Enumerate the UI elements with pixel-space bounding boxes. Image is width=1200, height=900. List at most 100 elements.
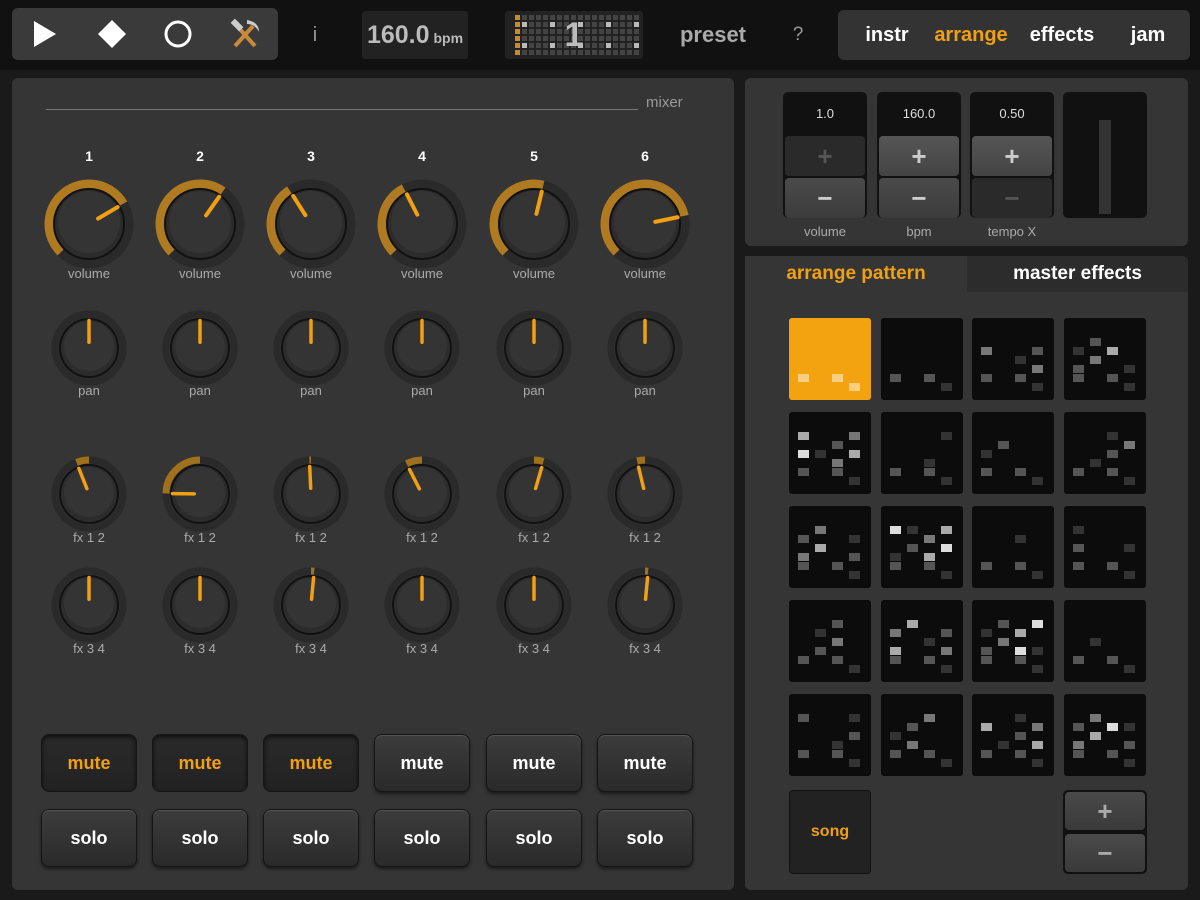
fx34-knob-1[interactable] <box>50 566 128 644</box>
pattern-step <box>981 374 992 382</box>
pattern-step <box>998 441 1009 449</box>
pattern-step <box>889 750 901 758</box>
pattern-slot[interactable] <box>1063 506 1146 588</box>
tab-jam[interactable]: jam <box>1122 10 1174 60</box>
fx34-knob-5[interactable] <box>495 566 573 644</box>
tab-effects[interactable]: effects <box>1022 10 1102 60</box>
solo-button-1[interactable]: solo <box>41 809 137 867</box>
fx12-knob-6[interactable] <box>606 455 684 533</box>
pattern-slot[interactable] <box>1063 694 1146 776</box>
solo-button-3[interactable]: solo <box>263 809 359 867</box>
fx12-knob-4[interactable] <box>383 455 461 533</box>
pattern-slot[interactable] <box>880 694 963 776</box>
bpm-plus-button[interactable]: + <box>879 136 959 176</box>
pan-knob-5[interactable] <box>495 309 573 387</box>
pattern-slot[interactable] <box>789 318 871 400</box>
pan-knob-4[interactable] <box>383 309 461 387</box>
solo-button-6[interactable]: solo <box>597 809 693 867</box>
pattern-slot[interactable] <box>972 694 1054 776</box>
fx34-knob-4[interactable] <box>383 566 461 644</box>
volume-knob-5[interactable] <box>489 179 579 269</box>
pattern-slot[interactable] <box>880 412 963 494</box>
preset-button[interactable]: preset <box>668 18 758 52</box>
pattern-slot[interactable] <box>1063 318 1146 400</box>
pan-knob-1[interactable] <box>50 309 128 387</box>
play-button[interactable] <box>12 8 79 60</box>
mute-button-3[interactable]: mute <box>263 734 359 792</box>
volume-minus-button[interactable]: − <box>785 178 865 218</box>
tab-arrange-pattern[interactable]: arrange pattern <box>745 256 967 292</box>
pan-knob-6[interactable] <box>606 309 684 387</box>
stop-button[interactable] <box>79 8 146 60</box>
bpm-stepper: 160.0 + − <box>877 92 961 218</box>
pattern-step <box>981 450 992 458</box>
tab-arrange[interactable]: arrange <box>928 10 1014 60</box>
tempo-stepper: 0.50 + − <box>970 92 1054 218</box>
volume-knob-6[interactable] <box>600 179 690 269</box>
pattern-add-remove: + − <box>1063 790 1147 874</box>
fx12-knob-1[interactable] <box>50 455 128 533</box>
tools-button[interactable] <box>212 8 279 60</box>
pattern-slot[interactable] <box>789 412 871 494</box>
pan-knob-2[interactable] <box>161 309 239 387</box>
mute-button-5[interactable]: mute <box>486 734 582 792</box>
pattern-step <box>832 459 843 467</box>
pattern-step <box>849 383 860 391</box>
info-button[interactable]: i <box>300 20 330 50</box>
tempo-minus-button[interactable]: − <box>972 178 1052 218</box>
pattern-slot[interactable] <box>972 318 1054 400</box>
mute-button-6[interactable]: mute <box>597 734 693 792</box>
mute-button-2[interactable]: mute <box>152 734 248 792</box>
volume-plus-button[interactable]: + <box>785 136 865 176</box>
remove-pattern-button[interactable]: − <box>1065 834 1145 872</box>
volume-knob-2[interactable] <box>155 179 245 269</box>
pattern-slot[interactable] <box>972 600 1054 682</box>
pattern-slot[interactable] <box>972 412 1054 494</box>
pattern-step <box>940 759 952 767</box>
solo-button-2[interactable]: solo <box>152 809 248 867</box>
pattern-slot[interactable] <box>880 600 963 682</box>
volume-knob-1[interactable] <box>44 179 134 269</box>
fx34-knob-3[interactable] <box>272 566 350 644</box>
pattern-step <box>1123 723 1135 731</box>
bpm-minus-button[interactable]: − <box>879 178 959 218</box>
fx12-knob-3[interactable] <box>272 455 350 533</box>
pattern-slot[interactable] <box>789 600 871 682</box>
tempo-plus-button[interactable]: + <box>972 136 1052 176</box>
solo-button-5[interactable]: solo <box>486 809 582 867</box>
pattern-step <box>1015 714 1026 722</box>
fx34-knob-2[interactable] <box>161 566 239 644</box>
fx12-knob-5[interactable] <box>495 455 573 533</box>
pattern-slot[interactable] <box>1063 600 1146 682</box>
fx12-label: fx 1 2 <box>295 530 327 545</box>
pattern-step <box>832 741 843 749</box>
fx12-knob-2[interactable] <box>161 455 239 533</box>
record-button[interactable] <box>145 8 212 60</box>
volume-knob-3[interactable] <box>266 179 356 269</box>
mute-button-1[interactable]: mute <box>41 734 137 792</box>
pattern-slot[interactable] <box>880 318 963 400</box>
pattern-slot[interactable] <box>1063 412 1146 494</box>
pattern-slot[interactable] <box>789 694 871 776</box>
pattern-slot[interactable] <box>972 506 1054 588</box>
add-pattern-button[interactable]: + <box>1065 792 1145 830</box>
pattern-slot[interactable] <box>789 506 871 588</box>
song-button[interactable]: song <box>789 790 871 874</box>
tab-instr[interactable]: instr <box>852 10 922 60</box>
pattern-slot[interactable] <box>880 506 963 588</box>
pattern-step <box>1123 544 1135 552</box>
pattern-step <box>1072 562 1084 570</box>
pattern-indicator[interactable]: 1 <box>505 11 643 59</box>
pattern-step <box>1072 741 1084 749</box>
tab-master-effects[interactable]: master effects <box>967 256 1188 292</box>
pattern-step <box>1106 750 1118 758</box>
solo-button-4[interactable]: solo <box>374 809 470 867</box>
mute-button-4[interactable]: mute <box>374 734 470 792</box>
mixer-divider <box>46 109 638 110</box>
pan-knob-3[interactable] <box>272 309 350 387</box>
pattern-step <box>1032 347 1043 355</box>
bpm-display[interactable]: 160.0 bpm <box>362 11 468 59</box>
help-button[interactable]: ? <box>786 20 810 50</box>
volume-knob-4[interactable] <box>377 179 467 269</box>
fx34-knob-6[interactable] <box>606 566 684 644</box>
